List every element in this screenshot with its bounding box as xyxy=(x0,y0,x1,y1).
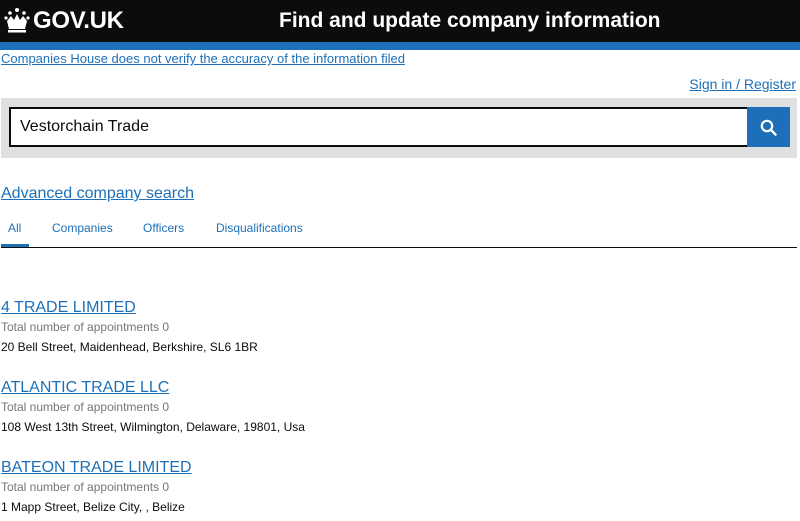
result-address: 1 Mapp Street, Belize City, , Belize xyxy=(1,500,185,514)
service-name[interactable]: Find and update company information xyxy=(279,8,661,34)
result-address: 20 Bell Street, Maidenhead, Berkshire, S… xyxy=(1,340,258,354)
active-tab-indicator xyxy=(1,244,29,247)
search-icon xyxy=(760,119,777,136)
result-title-link[interactable]: ATLANTIC TRADE LLC xyxy=(1,378,305,398)
govuk-logo[interactable]: GOV.UK xyxy=(33,7,124,35)
tab-companies[interactable]: Companies xyxy=(52,220,113,236)
search-input[interactable] xyxy=(9,107,749,147)
tab-officers[interactable]: Officers xyxy=(143,220,184,236)
result-title-link[interactable]: 4 TRADE LIMITED xyxy=(1,298,258,318)
result-item: ATLANTIC TRADE LLC Total number of appoi… xyxy=(1,378,305,435)
search-panel xyxy=(1,98,797,158)
result-item: BATEON TRADE LIMITED Total number of app… xyxy=(1,458,192,515)
result-item: 4 TRADE LIMITED Total number of appointm… xyxy=(1,298,258,355)
crown-icon xyxy=(4,8,30,33)
results-tabs: All Companies Officers Disqualifications xyxy=(1,214,797,248)
result-appointments: Total number of appointments 0 xyxy=(1,320,170,334)
search-button[interactable] xyxy=(747,107,790,147)
result-address: 108 West 13th Street, Wilmington, Delawa… xyxy=(1,420,305,434)
result-appointments: Total number of appointments 0 xyxy=(1,480,170,494)
site-header: GOV.UK Find and update company informati… xyxy=(0,0,800,42)
result-appointments: Total number of appointments 0 xyxy=(1,400,170,414)
disclaimer-link[interactable]: Companies House does not verify the accu… xyxy=(1,51,405,67)
header-blue-band xyxy=(0,42,800,50)
tab-disqualifications[interactable]: Disqualifications xyxy=(216,220,303,236)
tab-all[interactable]: All xyxy=(8,220,21,236)
sign-in-link[interactable]: Sign in / Register xyxy=(689,75,796,93)
advanced-search-link[interactable]: Advanced company search xyxy=(1,184,194,204)
result-title-link[interactable]: BATEON TRADE LIMITED xyxy=(1,458,192,478)
